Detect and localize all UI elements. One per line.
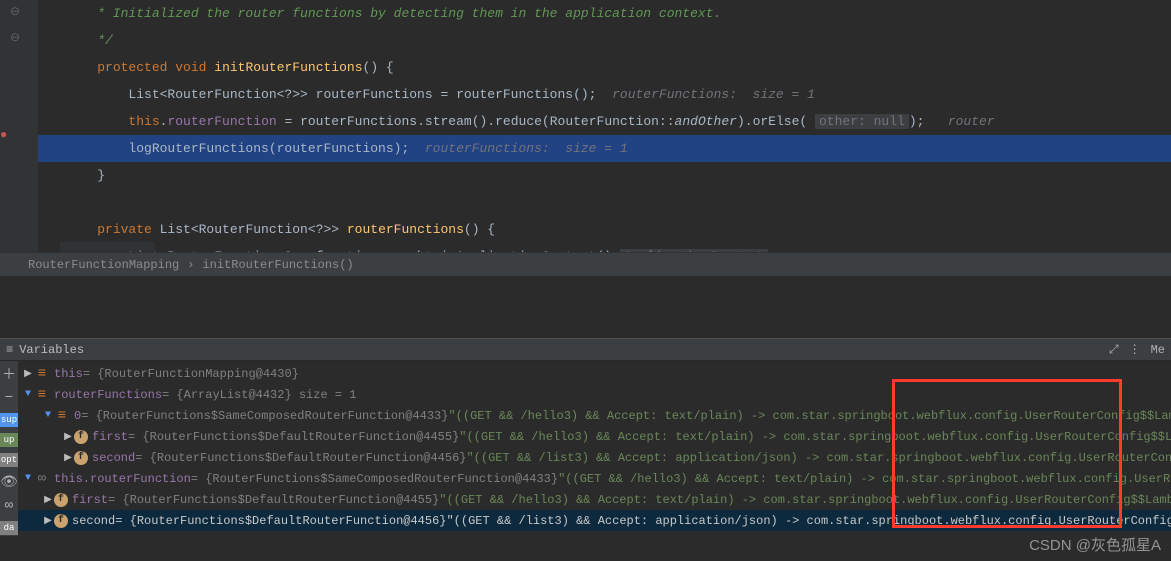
- variables-body: ＋ − sup up opt 👁 ∞ da ▶ this = {RouterFu…: [0, 361, 1171, 536]
- chevron-right-icon: ›: [187, 258, 194, 272]
- object-icon: [34, 366, 50, 382]
- variables-toolbar: ＋ − sup up opt 👁 ∞ da: [0, 361, 18, 536]
- expand-icon[interactable]: ⤢: [1109, 343, 1119, 357]
- field-icon: [74, 430, 88, 444]
- tree-row[interactable]: ▶ first = {RouterFunctions$DefaultRouter…: [18, 489, 1171, 510]
- code-editor[interactable]: ⊖ ⊖ ● * Initialized the router functions…: [0, 0, 1171, 252]
- panel-gap: [0, 276, 1171, 338]
- tree-row[interactable]: ▶ this = {RouterFunctionMapping@4430}: [18, 363, 1171, 384]
- code-line[interactable]: this.routerFunction = routerFunctions.st…: [38, 108, 1171, 135]
- expand-toggle[interactable]: ▶: [22, 368, 34, 380]
- remove-watch-button[interactable]: −: [5, 389, 13, 407]
- more-icon[interactable]: ⋮: [1129, 342, 1141, 357]
- expand-toggle[interactable]: ▶: [42, 515, 54, 527]
- variables-panel: ≡ Variables ⤢ ⋮ Me ＋ − sup up opt 👁 ∞ da…: [0, 338, 1171, 536]
- field-icon: [54, 493, 68, 507]
- expand-toggle[interactable]: ▶: [42, 494, 54, 506]
- code-line[interactable]: */: [38, 27, 1171, 54]
- tree-row[interactable]: ▶ first = {RouterFunctions$DefaultRouter…: [18, 426, 1171, 447]
- code-line[interactable]: private List<RouterFunction<?>> routerFu…: [38, 216, 1171, 243]
- object-icon: [34, 387, 50, 403]
- code-line[interactable]: }: [38, 162, 1171, 189]
- fold-icon[interactable]: ⊖: [10, 4, 20, 19]
- code-line[interactable]: List<RouterFunction<?>> routerFunctions …: [38, 81, 1171, 108]
- variables-tree[interactable]: ▶ this = {RouterFunctionMapping@4430} ▼ …: [18, 361, 1171, 536]
- link-icon[interactable]: ∞: [5, 497, 13, 515]
- breadcrumb: RouterFunctionMapping › initRouterFuncti…: [0, 252, 1171, 276]
- label-opt: opt: [0, 453, 18, 467]
- tree-row[interactable]: ▼ this.routerFunction = {RouterFunctions…: [18, 468, 1171, 489]
- expand-toggle[interactable]: ▶: [62, 452, 74, 464]
- field-icon: [54, 514, 68, 528]
- watermark: CSDN @灰色孤星A: [1029, 534, 1161, 555]
- scrollbar-horizontal[interactable]: [60, 242, 155, 252]
- collapse-toggle[interactable]: ▼: [22, 389, 34, 400]
- gutter: ⊖ ⊖ ●: [0, 0, 38, 252]
- tree-row-selected[interactable]: ▶ second = {RouterFunctions$DefaultRoute…: [18, 510, 1171, 531]
- breakpoint-icon[interactable]: ●: [0, 128, 7, 142]
- memory-label: Me: [1151, 343, 1165, 357]
- tree-row[interactable]: ▼ routerFunctions = {ArrayList@4432} siz…: [18, 384, 1171, 405]
- code-line-current[interactable]: logRouterFunctions(routerFunctions); rou…: [38, 135, 1171, 162]
- code-line[interactable]: * Initialized the router functions by de…: [38, 0, 1171, 27]
- fold-icon[interactable]: ⊖: [10, 30, 20, 45]
- label-super: sup: [0, 413, 18, 427]
- collapse-toggle[interactable]: ▼: [22, 473, 34, 484]
- label-da: da: [0, 521, 18, 535]
- code-area: * Initialized the router functions by de…: [38, 0, 1171, 252]
- collapse-toggle[interactable]: ▼: [42, 410, 54, 421]
- view-icon[interactable]: 👁: [0, 473, 18, 491]
- label-up: up: [0, 433, 18, 447]
- breadcrumb-item[interactable]: RouterFunctionMapping: [28, 258, 179, 272]
- expand-toggle[interactable]: ▶: [62, 431, 74, 443]
- code-line[interactable]: List<RouterFunction<?>> functions = obta…: [38, 243, 1171, 252]
- tree-row[interactable]: ▼ 0 = {RouterFunctions$SameComposedRoute…: [18, 405, 1171, 426]
- variables-header: ≡ Variables ⤢ ⋮ Me: [0, 338, 1171, 361]
- field-icon: [74, 451, 88, 465]
- breadcrumb-item[interactable]: initRouterFunctions(): [202, 258, 353, 272]
- add-watch-button[interactable]: ＋: [2, 365, 16, 383]
- code-line[interactable]: [38, 189, 1171, 216]
- code-line[interactable]: protected void initRouterFunctions() {: [38, 54, 1171, 81]
- tree-row[interactable]: ▶ second = {RouterFunctions$DefaultRoute…: [18, 447, 1171, 468]
- object-icon: [54, 408, 70, 424]
- variables-title: Variables: [19, 343, 84, 357]
- ref-icon: [34, 471, 50, 487]
- list-icon: ≡: [6, 343, 13, 357]
